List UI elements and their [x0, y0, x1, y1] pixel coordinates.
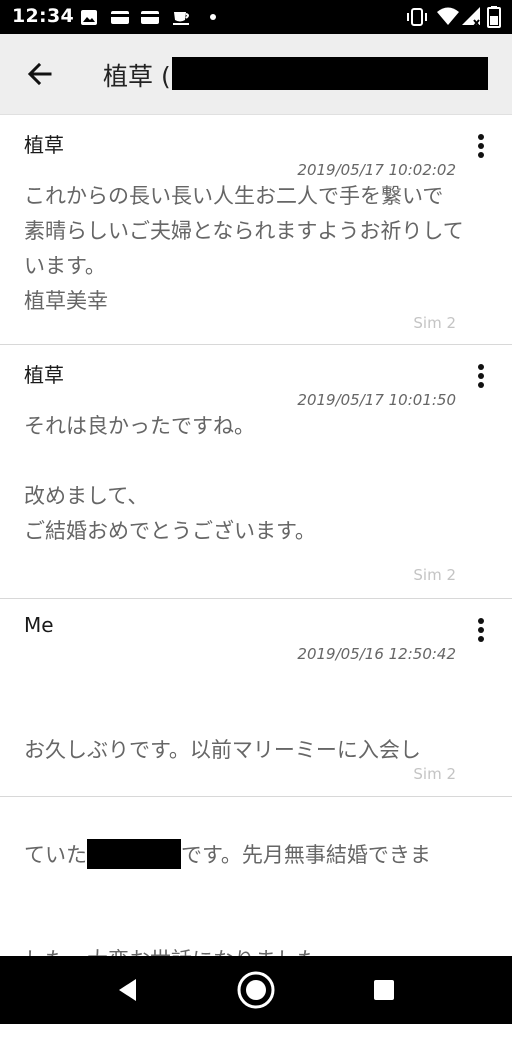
message-sender: 植草	[24, 363, 64, 387]
more-vert-icon[interactable]	[470, 133, 492, 159]
arrow-back-icon[interactable]	[24, 58, 56, 90]
redacted-block	[172, 57, 488, 90]
back-triangle-icon[interactable]	[108, 970, 148, 1010]
more-vert-icon[interactable]	[470, 363, 492, 389]
signal-icon	[462, 7, 480, 27]
status-time: 12:34	[12, 5, 74, 27]
navigation-bar	[0, 956, 512, 1024]
message-sender: Me	[24, 613, 54, 637]
recents-square-icon[interactable]	[364, 970, 404, 1010]
message-body-fragment: ていた	[24, 843, 87, 867]
wifi-icon	[437, 7, 459, 25]
message-body-line: ていた です。先月無事結婚できま	[24, 838, 464, 873]
message-card[interactable]: Me 2019/05/16 12:50:42 お久しぶりです。以前マリーミーに入…	[0, 599, 512, 972]
message-body: それは良かったですね。 改めまして、 ご結婚おめでとうございます。	[24, 414, 316, 543]
message-card[interactable]: 植草 2019/05/17 10:02:02 これからの長い長い人生お二人で手を…	[0, 115, 512, 345]
message-body-line: お久しぶりです。以前マリーミーに入会し	[24, 738, 421, 762]
status-bar: 12:34	[0, 0, 512, 34]
card-icon	[141, 11, 159, 24]
message-sender: 植草	[24, 133, 64, 157]
message-timestamp: 2019/05/17 10:01:50	[297, 391, 456, 409]
message-timestamp: 2019/05/17 10:02:02	[297, 161, 456, 179]
dot-icon	[210, 14, 216, 20]
message-body: これからの長い長い人生お二人で手を繋いで素晴らしいご夫婦となられますようお祈りし…	[24, 184, 464, 313]
message-list: 植草 2019/05/17 10:02:02 これからの長い長い人生お二人で手を…	[0, 115, 512, 972]
page-title: 植草 (	[103, 62, 171, 91]
message-body-fragment: です。先月無事結婚できま	[181, 843, 431, 867]
message-timestamp: 2019/05/16 12:50:42	[297, 645, 456, 663]
sim-label: Sim 2	[413, 566, 456, 584]
app-bar: 植草 (	[0, 34, 512, 115]
redacted-block	[87, 839, 181, 869]
sim-label: Sim 2	[413, 765, 456, 783]
more-vert-icon[interactable]	[470, 617, 492, 643]
home-circle-icon[interactable]	[236, 970, 276, 1010]
sim-label: Sim 2	[413, 314, 456, 332]
battery-icon	[487, 6, 501, 28]
image-icon	[81, 10, 97, 25]
cup-icon	[173, 12, 189, 25]
message-card[interactable]: 植草 2019/05/17 10:01:50 それは良かったですね。 改めまして…	[0, 345, 512, 599]
vibrate-icon	[407, 8, 427, 26]
card-icon	[111, 11, 129, 24]
